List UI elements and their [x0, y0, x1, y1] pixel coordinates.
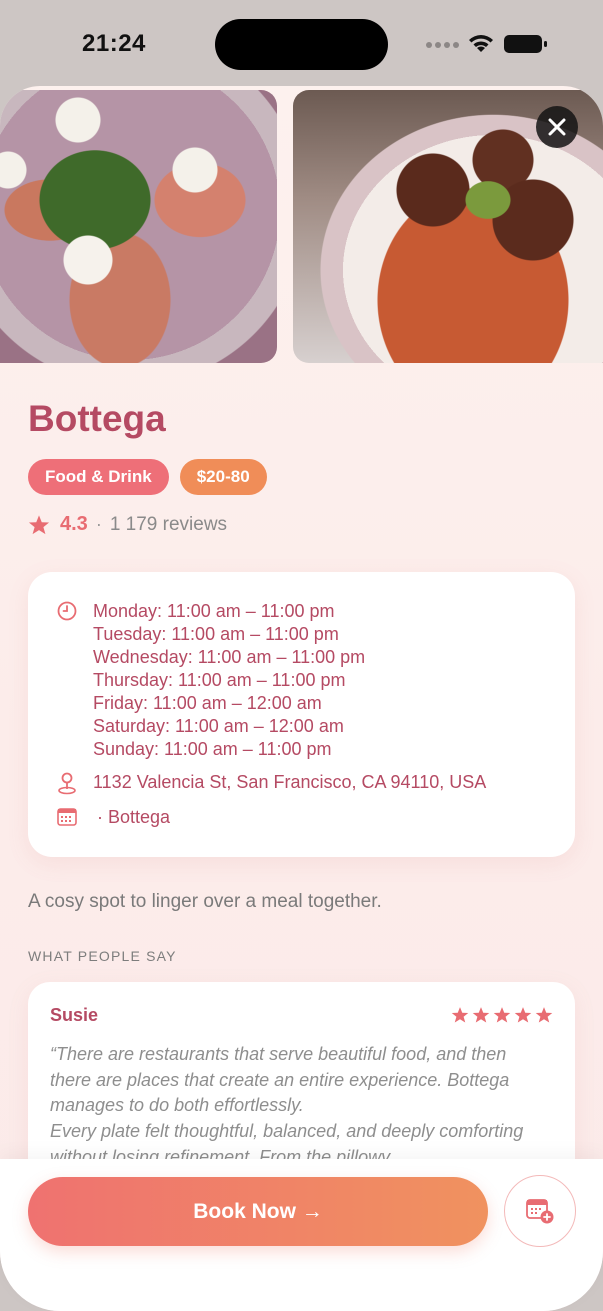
hours-tuesday: Tuesday: 11:00 am – 11:00 pm	[93, 624, 339, 644]
calendar-add-icon	[526, 1199, 554, 1224]
hours-wednesday: Wednesday: 11:00 am – 11:00 pm	[93, 647, 366, 667]
add-to-calendar-button[interactable]	[504, 1175, 576, 1247]
star-icon	[28, 514, 50, 534]
rating-value: 4.3	[60, 513, 88, 535]
book-now-button[interactable]: Book Now →	[28, 1177, 488, 1246]
status-bar: 21:24	[0, 0, 603, 86]
hours-thursday: Thursday: 11:00 am – 11:00 pm	[93, 670, 346, 690]
star-icon	[451, 1007, 469, 1023]
wifi-icon	[469, 35, 493, 52]
rating-row[interactable]: 4.3 · 1 179 reviews	[28, 513, 227, 536]
rating-separator: ·	[95, 514, 102, 534]
place-description: A cosy spot to linger over a meal togeth…	[28, 891, 382, 912]
close-icon	[548, 118, 566, 136]
category-tag: Food & Drink	[28, 459, 169, 495]
hours-friday: Friday: 11:00 am – 12:00 am	[93, 693, 322, 713]
tag-list: Food & Drink $20-80	[28, 459, 267, 495]
reviewer-name: Susie	[50, 1005, 99, 1025]
map-pin-icon	[58, 772, 76, 795]
opening-hours: Monday: 11:00 am – 11:00 pm Tuesday: 11:…	[93, 600, 365, 761]
star-icon	[472, 1007, 490, 1023]
battery-icon	[504, 35, 547, 53]
price-tag: $20-80	[179, 459, 267, 495]
signal-icon	[426, 42, 459, 48]
review-text: “There are restaurants that serve beauti…	[50, 1044, 524, 1167]
place-title: Bottega	[28, 398, 166, 439]
star-icon	[493, 1007, 511, 1023]
review-stars	[451, 1006, 553, 1024]
reviews-section-title: WHAT PEOPLE SAY	[28, 948, 177, 964]
close-button[interactable]	[536, 106, 578, 148]
hours-saturday: Saturday: 11:00 am – 12:00 am	[93, 716, 344, 736]
clock-icon	[57, 601, 77, 621]
address-link[interactable]: 1132 Valencia St, San Francisco, CA 9411…	[93, 772, 486, 793]
food-photo-burrata[interactable]	[0, 90, 277, 363]
calendar-name[interactable]: · Bottega	[97, 807, 170, 828]
star-icon	[514, 1007, 532, 1023]
dynamic-island	[215, 19, 388, 70]
review-count: 1 179 reviews	[109, 513, 228, 535]
star-icon	[535, 1007, 553, 1023]
status-time: 21:24	[82, 30, 146, 57]
hours-monday: Monday: 11:00 am – 11:00 pm	[93, 601, 335, 621]
hours-sunday: Sunday: 11:00 am – 11:00 pm	[93, 739, 332, 759]
calendar-icon	[57, 808, 77, 826]
